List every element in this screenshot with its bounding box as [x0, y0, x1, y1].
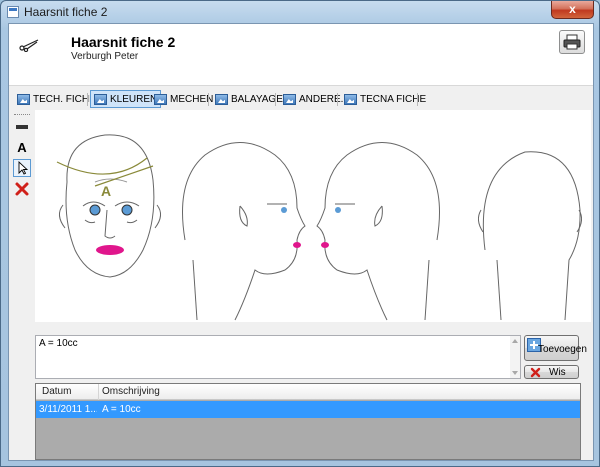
add-button[interactable]: Toevoegen — [524, 335, 587, 361]
scroll-down-icon[interactable] — [512, 371, 518, 375]
tab-separator — [337, 93, 338, 106]
line-width-icon — [16, 125, 28, 129]
grid-header: Datum Omschrijving — [36, 384, 580, 400]
delete-tool-button[interactable] — [13, 181, 31, 199]
window-title: Haarsnit fiche 2 — [24, 5, 108, 19]
tab-separator — [417, 93, 418, 106]
client-area: Haarsnit fiche 2 Verburgh Peter TECH. FI… — [8, 23, 594, 461]
title-bar[interactable]: Haarsnit fiche 2 x — [1, 1, 599, 23]
cell-date: 3/11/2011 1... — [39, 404, 97, 415]
history-grid[interactable]: Datum Omschrijving 3/11/2011 1... A = 10… — [35, 383, 581, 460]
note-scrollbar[interactable] — [510, 336, 520, 378]
tab-separator — [208, 93, 209, 106]
lips-right — [293, 242, 301, 248]
note-text: A = 10cc — [39, 338, 78, 349]
drawing-canvas[interactable]: A — [35, 110, 591, 322]
app-icon — [7, 6, 19, 18]
add-button-label: Toevoegen — [538, 344, 587, 355]
head-diagram: A — [56, 134, 583, 321]
column-header-description[interactable]: Omschrijving — [102, 386, 160, 397]
tab-bar: TECH. FICHE KLEUREN MECHEN BALAYAGE ANDE… — [9, 88, 593, 110]
window-frame: Haarsnit fiche 2 x Haarsnit fiche 2 Verb… — [0, 0, 600, 467]
tab-separator — [275, 93, 276, 106]
header: Haarsnit fiche 2 Verburgh Peter — [9, 24, 593, 86]
column-header-date[interactable]: Datum — [42, 386, 71, 397]
front-face — [59, 134, 161, 278]
scroll-up-icon[interactable] — [512, 339, 518, 343]
pointer-icon — [18, 160, 29, 175]
clear-button-label: Wis — [549, 367, 566, 378]
cell-description: A = 10cc — [102, 404, 141, 415]
page-title: Haarsnit fiche 2 — [71, 34, 176, 50]
picture-icon — [154, 94, 167, 105]
picture-icon — [94, 94, 107, 105]
table-row[interactable]: 3/11/2011 1... A = 10cc — [36, 401, 580, 418]
tab-separator — [87, 93, 88, 106]
picture-icon — [215, 94, 228, 105]
select-tool-button[interactable] — [13, 159, 31, 177]
print-button[interactable] — [559, 30, 585, 54]
printer-icon — [563, 34, 581, 50]
picture-icon — [17, 94, 30, 105]
back-of-head — [477, 151, 583, 321]
note-textarea[interactable]: A = 10cc — [35, 335, 521, 379]
drawing-toolstrip: A — [11, 110, 33, 220]
lip-color-marks — [96, 207, 341, 255]
side-profile-left — [316, 142, 440, 321]
lips-front — [96, 245, 124, 255]
toolstrip-grip — [14, 114, 30, 116]
scissors-icon — [19, 39, 39, 52]
picture-icon — [344, 94, 357, 105]
line-tool-button[interactable] — [13, 119, 31, 137]
close-button[interactable]: x — [551, 1, 594, 19]
clear-button[interactable]: Wis — [524, 365, 579, 379]
delete-x-icon — [530, 367, 541, 378]
delete-x-icon — [15, 182, 29, 196]
side-profile-right — [182, 142, 306, 321]
text-tool-button[interactable]: A — [13, 139, 31, 157]
picture-icon — [283, 94, 296, 105]
customer-name: Verburgh Peter — [71, 51, 139, 62]
column-divider[interactable] — [98, 384, 99, 400]
annotation-label: A — [101, 183, 111, 199]
lips-left — [321, 242, 329, 248]
